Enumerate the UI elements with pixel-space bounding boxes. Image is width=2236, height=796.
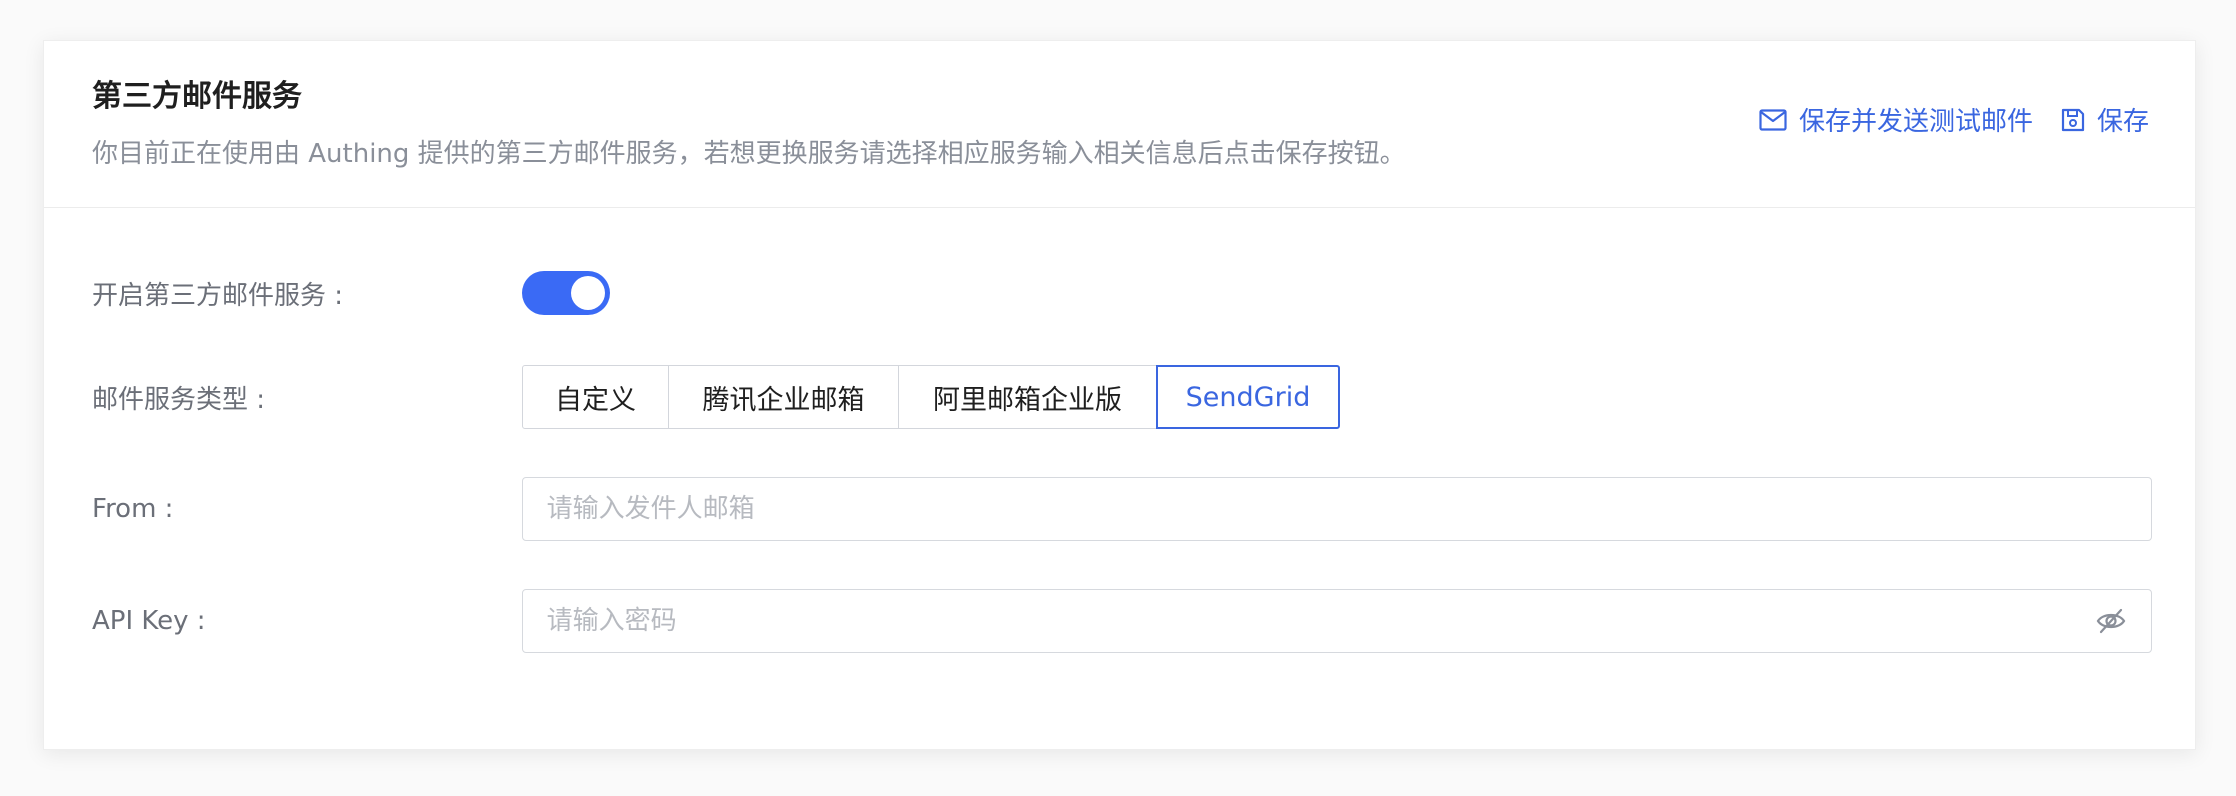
service-option-custom[interactable]: 自定义 (522, 365, 669, 429)
enable-service-label: 开启第三方邮件服务 : (92, 280, 344, 311)
save-and-send-test-label: 保存并发送测试邮件 (1798, 107, 2033, 137)
api-key-input[interactable] (546, 606, 2095, 636)
from-label: From : (92, 494, 174, 524)
api-key-label: API Key : (92, 606, 206, 636)
mail-icon (1759, 108, 1787, 131)
eye-off-icon[interactable] (2095, 605, 2127, 637)
save-button[interactable]: 保存 (2061, 101, 2149, 138)
api-key-row: API Key : (92, 589, 2152, 653)
service-option-sendgrid[interactable]: SendGrid (1156, 365, 1340, 429)
api-key-field-wrapper (521, 589, 2152, 653)
card-title: 第三方邮件服务 (92, 79, 302, 114)
from-input[interactable] (546, 494, 2127, 524)
service-type-row: 邮件服务类型 : 自定义 腾讯企业邮箱 阿里邮箱企业版 SendGrid (92, 365, 2152, 429)
from-row: From : (92, 477, 2152, 541)
service-option-aliyun[interactable]: 阿里邮箱企业版 (898, 365, 1157, 429)
card-header: 第三方邮件服务 你目前正在使用由 Authing 提供的第三方邮件服务，若想更换… (44, 41, 2195, 208)
header-actions: 保存并发送测试邮件 保存 (1759, 101, 2149, 138)
page: 第三方邮件服务 你目前正在使用由 Authing 提供的第三方邮件服务，若想更换… (0, 0, 2236, 796)
toggle-knob (571, 276, 605, 310)
service-type-label: 邮件服务类型 : (92, 384, 266, 415)
from-field-wrapper (521, 477, 2152, 541)
save-and-send-test-button[interactable]: 保存并发送测试邮件 (1759, 101, 2033, 138)
service-option-tencent[interactable]: 腾讯企业邮箱 (668, 365, 899, 429)
email-service-card: 第三方邮件服务 你目前正在使用由 Authing 提供的第三方邮件服务，若想更换… (43, 40, 2196, 750)
service-type-selector: 自定义 腾讯企业邮箱 阿里邮箱企业版 SendGrid (522, 365, 1340, 429)
floppy-disk-icon (2061, 108, 2085, 132)
enable-service-toggle[interactable] (522, 271, 610, 315)
card-description: 你目前正在使用由 Authing 提供的第三方邮件服务，若想更换服务请选择相应服… (92, 139, 1406, 169)
enable-service-row: 开启第三方邮件服务 : (92, 267, 2152, 319)
save-label: 保存 (2096, 107, 2149, 137)
